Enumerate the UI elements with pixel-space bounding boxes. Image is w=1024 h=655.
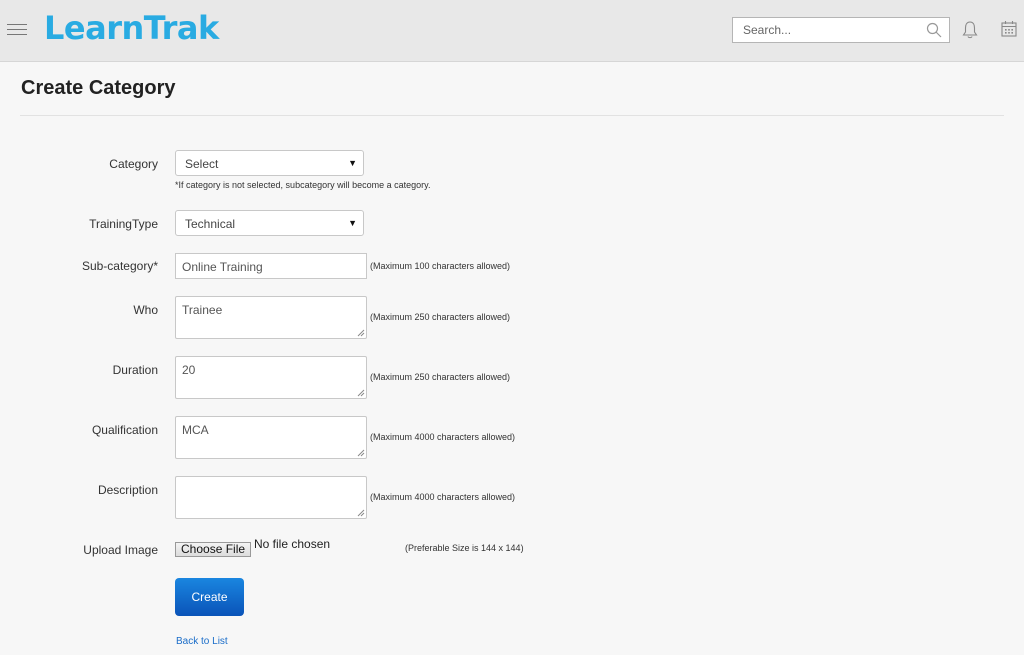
duration-label: Duration — [112, 363, 158, 377]
qualification-value: MCA — [182, 423, 209, 437]
duration-textarea[interactable]: 20 — [175, 356, 367, 399]
calendar-icon[interactable] — [1000, 20, 1018, 38]
page-title: Create Category — [21, 77, 176, 99]
create-button[interactable]: Create — [175, 578, 244, 616]
resize-grip-icon[interactable] — [357, 449, 365, 457]
description-hint: (Maximum 4000 characters allowed) — [370, 492, 516, 502]
training-type-select-value: Technical — [185, 217, 236, 231]
description-textarea[interactable] — [175, 476, 367, 519]
menu-icon[interactable] — [7, 24, 27, 38]
who-label: Who — [133, 303, 158, 317]
search-icon[interactable] — [926, 22, 942, 38]
category-select[interactable]: Select ▼ — [175, 150, 364, 176]
who-textarea[interactable]: Trainee — [175, 296, 367, 339]
duration-hint: (Maximum 250 characters allowed) — [370, 372, 511, 382]
sub-category-label: Sub-category* — [81, 259, 158, 273]
category-select-value: Select — [185, 157, 219, 171]
top-bar: LearnTrak — [0, 0, 1024, 62]
dropdown-arrow-icon: ▼ — [348, 218, 357, 228]
resize-grip-icon[interactable] — [357, 329, 365, 337]
description-label: Description — [97, 483, 158, 497]
qualification-textarea[interactable]: MCA — [175, 416, 367, 459]
who-value: Trainee — [182, 303, 223, 317]
title-divider — [20, 115, 1004, 116]
training-type-select[interactable]: Technical ▼ — [175, 210, 364, 236]
sub-category-input[interactable]: Online Training — [175, 253, 367, 279]
training-type-label: TrainingType — [89, 217, 158, 231]
resize-grip-icon[interactable] — [357, 389, 365, 397]
upload-image-hint: (Preferable Size is 144 x 144) — [405, 543, 524, 553]
duration-value: 20 — [182, 363, 196, 377]
sub-category-hint: (Maximum 100 characters allowed) — [370, 261, 511, 271]
category-note: *If category is not selected, subcategor… — [175, 180, 431, 190]
logo[interactable]: LearnTrak — [44, 9, 219, 47]
resize-grip-icon[interactable] — [357, 509, 365, 517]
dropdown-arrow-icon: ▼ — [348, 158, 357, 168]
back-to-list-link[interactable]: Back to List — [176, 636, 228, 647]
search-input[interactable] — [733, 18, 918, 42]
file-status: No file chosen — [254, 537, 331, 551]
upload-image-label: Upload Image — [83, 543, 158, 557]
qualification-label: Qualification — [91, 423, 158, 437]
category-label: Category — [109, 157, 158, 171]
qualification-hint: (Maximum 4000 characters allowed) — [370, 432, 516, 442]
bell-icon[interactable] — [961, 20, 979, 40]
search-box[interactable] — [732, 17, 950, 43]
who-hint: (Maximum 250 characters allowed) — [370, 312, 511, 322]
choose-file-button[interactable]: Choose File — [175, 542, 252, 557]
